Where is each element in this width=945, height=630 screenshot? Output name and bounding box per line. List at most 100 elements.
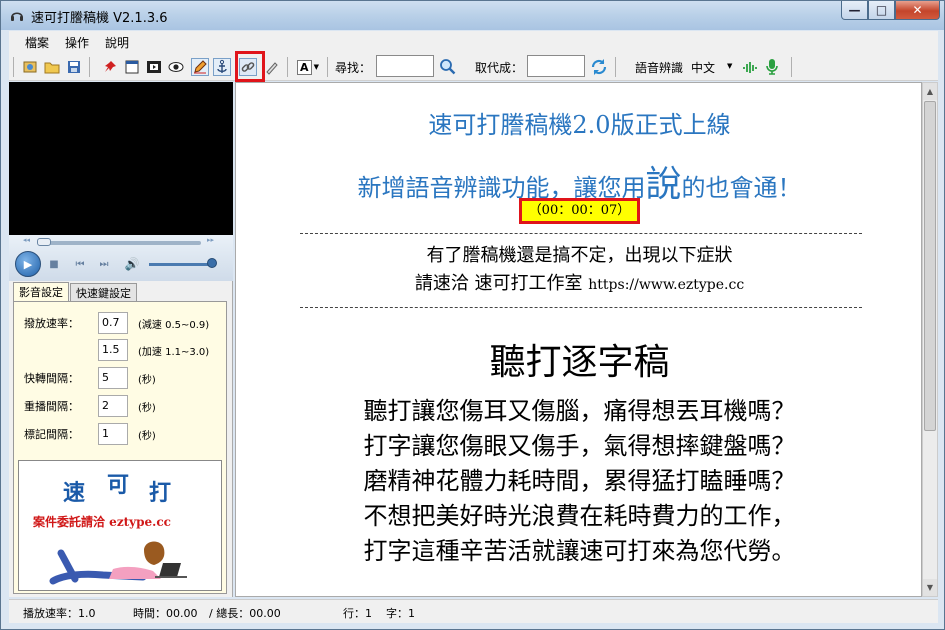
font-button[interactable]: A ▼ [295,58,321,76]
video-frame-icon[interactable] [145,58,163,76]
person-with-laptop-illustration [49,541,187,585]
title-bar[interactable]: 速可打謄稿機 V2.1.3.6 — □ ✕ [1,1,944,30]
timestamp-marker[interactable]: （00：00：07） [519,198,640,224]
minimize-button[interactable]: — [841,1,868,20]
search-icon[interactable] [439,58,457,76]
dashed-divider [300,233,862,234]
ad-brand-char: 可 [107,472,130,498]
replay-interval-input[interactable]: 2 [98,395,128,417]
eye-icon[interactable] [167,58,185,76]
chevron-down-icon[interactable]: ▼ [727,62,732,70]
open-folder-icon[interactable] [43,58,61,76]
language-select[interactable]: 中文 [691,59,715,76]
notice-line-1: 有了謄稿機還是搞不定，出現以下症狀 [426,245,733,266]
font-button-label: A [297,59,312,75]
tab-hotkey-settings[interactable]: 快速鍵設定 [70,283,137,302]
subheadline-emphasis: 說 [645,164,682,205]
status-chars: 字：1 [386,607,415,620]
media-settings-panel: 撥放速率： 0.7 (減速 0.5~0.9) 1.5 (加速 1.1~3.0) … [13,301,227,594]
save-icon[interactable] [65,58,83,76]
setting-hint: (加速 1.1~3.0) [138,347,210,358]
play-button[interactable]: ▶ [15,251,41,277]
settings-tabs: 影音設定 快速鍵設定 [13,282,138,302]
setting-label: 快轉間隔： [24,372,79,385]
notice-line-2: 請速洽 速可打工作室 https://www.eztype.cc [236,269,923,295]
big-title: 聽打逐字稿 [489,342,670,383]
advertisement-banner[interactable]: 速 可 打 案件委託請洽 eztype.cc [18,460,222,591]
body-line: 打字讓您傷眼又傷手，氣得想摔鍵盤嗎？ [363,432,796,460]
ad-brand-char: 打 [149,480,172,506]
setting-row-mark-interval: 標記間隔： 1 (秒) [14,423,228,445]
pin-icon[interactable] [101,58,119,76]
seek-bar[interactable] [39,241,201,245]
toolbar-separator [791,57,792,77]
setting-row-forward-interval: 快轉間隔： 5 (秒) [14,367,228,389]
transcript-editor[interactable]: 速可打謄稿機2.0版正式上線 新增語音辨識功能，讓您用說的也會通！ （00：00… [235,82,922,597]
replace-refresh-icon[interactable] [590,58,608,76]
speech-recognition-label: 語音辨識 [635,61,684,75]
subheadline-after: 的也會通！ [681,174,802,202]
vertical-scrollbar[interactable]: ▲ ▼ [922,82,938,597]
menu-operate[interactable]: 操作 [57,34,97,51]
setting-row-play-speed: 撥放速率： 0.7 (減速 0.5~0.9) [14,312,228,334]
next-icon[interactable]: ⏭ [97,257,111,271]
eraser-pencil-icon[interactable] [263,58,281,76]
notice-url: https://www.eztype.cc [588,277,745,293]
app-window: 速可打謄稿機 V2.1.3.6 — □ ✕ 檔案 操作 說明 A ▼ 尋找： 取… [0,0,945,630]
volume-slider[interactable] [149,263,213,266]
fast-speed-input[interactable]: 1.5 [98,339,128,361]
rewind-icon[interactable]: ◂◂ [23,236,30,244]
menu-help[interactable]: 說明 [97,34,137,51]
menu-file[interactable]: 檔案 [17,34,57,51]
toolbar-grip [13,57,14,77]
scroll-down-arrow-icon[interactable]: ▼ [923,579,937,596]
fast-forward-icon[interactable]: ▸▸ [207,236,214,244]
replace-input[interactable] [527,55,585,77]
body-line: 打字這種辛苦活就讓速可打來為您代勞。 [363,537,796,565]
close-button[interactable]: ✕ [895,1,940,20]
setting-row-fast-speed: 1.5 (加速 1.1~3.0) [14,339,228,361]
previous-icon[interactable]: ⏮ [73,257,87,271]
toolbar-separator [615,57,616,77]
status-bar: 播放速率：1.0 時間：00.00 / 總長：00.00 行：1 字：1 [9,599,938,623]
left-panel: ◂◂ ▸▸ ▶ ■ ⏮ ⏭ 🔊 影音設定 快速鍵設定 撥放速率： 0.7 (減速… [9,82,233,597]
status-line: 行：1 [343,607,372,620]
dashed-divider [300,307,862,308]
setting-label: 重播間隔： [24,400,79,413]
headline: 速可打謄稿機2.0版正式上線 [428,111,731,139]
toolbar: A ▼ 尋找： 取代成： 語音辨識 中文 ▼ [9,53,938,81]
search-label: 尋找： [335,61,372,75]
edit-pencil-icon[interactable] [191,58,209,76]
window-title: 速可打謄稿機 V2.1.3.6 [31,11,168,26]
chevron-down-icon: ▼ [313,63,319,71]
toolbar-separator [327,57,328,77]
setting-row-replay-interval: 重播間隔： 2 (秒) [14,395,228,417]
volume-icon[interactable]: 🔊 [125,257,140,271]
scroll-thumb[interactable] [924,101,936,431]
tab-media-settings[interactable]: 影音設定 [13,282,69,302]
toolbar-separator [287,57,288,77]
maximize-button[interactable]: □ [868,1,895,20]
forward-interval-input[interactable]: 5 [98,367,128,389]
ad-slogan: 案件委託請洽 eztype.cc [33,515,171,529]
ad-brand-char: 速 [63,480,86,506]
search-input[interactable] [376,55,434,77]
slow-speed-input[interactable]: 0.7 [98,312,128,334]
menu-bar: 檔案 操作 說明 [9,31,938,53]
window-icon[interactable] [123,58,141,76]
body-line: 不想把美好時光浪費在耗時費力的工作， [363,502,796,530]
status-total-length: / 總長：00.00 [209,607,281,620]
anchor-icon[interactable] [213,58,231,76]
scroll-up-arrow-icon[interactable]: ▲ [923,83,937,100]
setting-hint: (秒) [138,431,156,442]
volume-thumb[interactable] [207,258,217,268]
video-display[interactable] [9,82,233,235]
mark-interval-input[interactable]: 1 [98,423,128,445]
play-icon: ▶ [23,257,33,271]
seek-thumb[interactable] [37,238,51,246]
stop-icon[interactable]: ■ [47,257,61,271]
microphone-icon[interactable] [763,58,781,76]
setting-label: 撥放速率： [24,317,79,330]
open-media-icon[interactable] [21,58,39,76]
body-line: 磨精神花體力耗時間，累得猛打瞌睡嗎？ [363,467,796,495]
